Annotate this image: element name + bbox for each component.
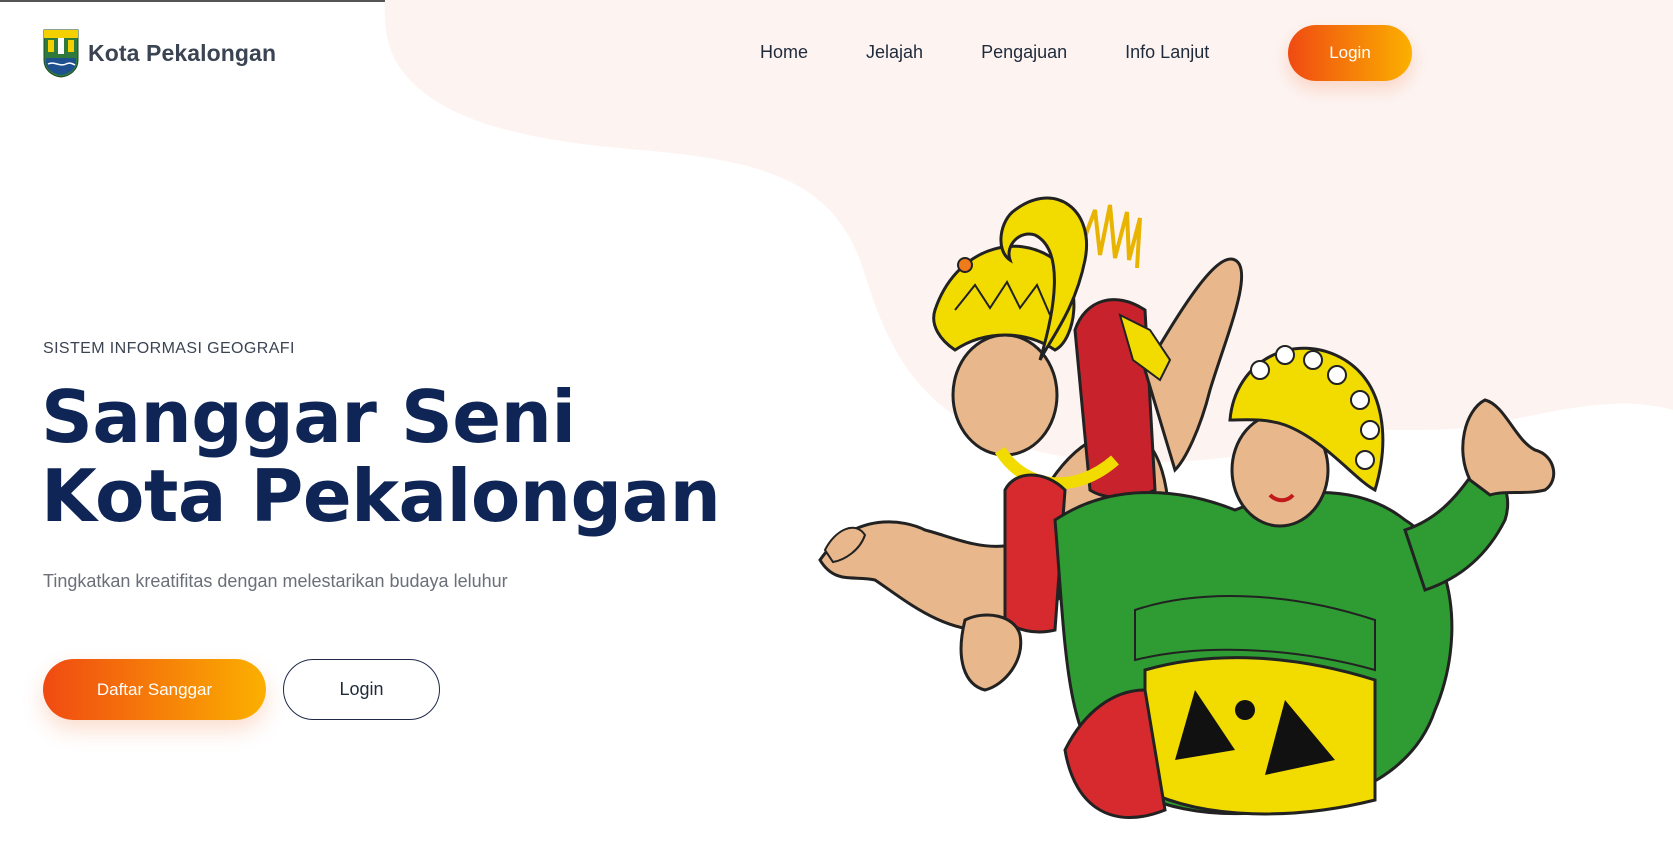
hero-eyebrow: SISTEM INFORMASI GEOGRAFI (43, 340, 295, 357)
hero-title-line2: Kota Pekalongan (41, 454, 721, 538)
hero-title: Sanggar Seni Kota Pekalongan (41, 375, 721, 538)
nav-pengajuan[interactable]: Pengajuan (981, 40, 1067, 64)
nav-jelajah[interactable]: Jelajah (866, 40, 923, 64)
main-nav: Home Jelajah Pengajuan Info Lanjut (760, 40, 1209, 64)
nav-home[interactable]: Home (760, 40, 808, 64)
nav-info-lanjut[interactable]: Info Lanjut (1125, 40, 1209, 64)
brand[interactable]: Kota Pekalongan (42, 28, 276, 78)
daftar-sanggar-button[interactable]: Daftar Sanggar (43, 659, 266, 720)
header-login-button[interactable]: Login (1288, 25, 1412, 81)
traditional-dancers-illustration (818, 196, 1556, 819)
brand-name: Kota Pekalongan (88, 39, 277, 66)
hero-login-button[interactable]: Login (283, 659, 440, 720)
hero-title-line1: Sanggar Seni (41, 375, 576, 459)
city-crest-icon (43, 29, 79, 78)
hero-subtitle: Tingkatkan kreatifitas dengan melestarik… (43, 571, 508, 591)
